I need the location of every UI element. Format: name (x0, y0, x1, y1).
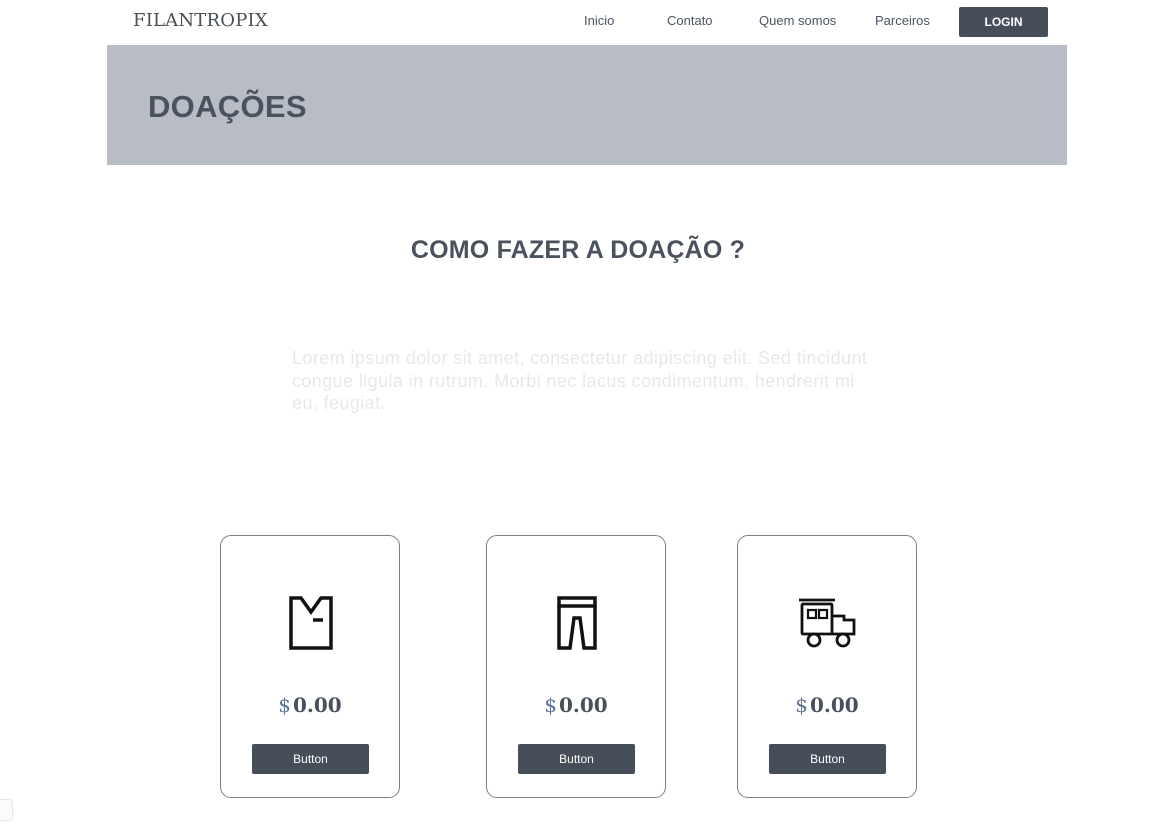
nav-link-quem-somos[interactable]: Quem somos (759, 13, 836, 28)
toy-train-icon (799, 598, 856, 648)
donation-card-pants: $0.00 Button (486, 535, 666, 798)
top-navigation: FILANTROPIX Inicio Contato Quem somos Pa… (107, 0, 1067, 44)
pants-icon (557, 596, 597, 650)
card-price: $0.00 (221, 693, 399, 717)
card-price: $0.00 (487, 693, 665, 717)
card-price: $0.00 (738, 693, 916, 717)
currency-symbol: $ (795, 693, 808, 717)
donate-pants-button[interactable]: Button (518, 744, 635, 774)
login-button[interactable]: LOGIN (959, 7, 1048, 37)
section-description: Lorem ipsum dolor sit amet, consectetur … (292, 348, 868, 413)
side-handle[interactable] (0, 799, 13, 821)
currency-symbol: $ (278, 693, 291, 717)
nav-link-parceiros[interactable]: Parceiros (875, 13, 930, 28)
price-amount: 0.00 (293, 693, 342, 717)
donate-shirt-button[interactable]: Button (252, 744, 369, 774)
donation-card-toy: $0.00 Button (737, 535, 917, 798)
donate-toy-button[interactable]: Button (769, 744, 886, 774)
price-amount: 0.00 (810, 693, 859, 717)
section-title: COMO FAZER A DOAÇÃO ? (410, 236, 746, 264)
nav-link-inicio[interactable]: Inicio (584, 13, 614, 28)
shirt-icon (289, 596, 333, 650)
hero-banner: DOAÇÕES (107, 45, 1067, 165)
price-amount: 0.00 (559, 693, 608, 717)
nav-link-contato[interactable]: Contato (667, 13, 713, 28)
brand-logo[interactable]: FILANTROPIX (133, 10, 268, 31)
page: FILANTROPIX Inicio Contato Quem somos Pa… (107, 0, 1067, 165)
donation-card-shirt: $0.00 Button (220, 535, 400, 798)
currency-symbol: $ (544, 693, 557, 717)
page-title: DOAÇÕES (148, 89, 307, 124)
